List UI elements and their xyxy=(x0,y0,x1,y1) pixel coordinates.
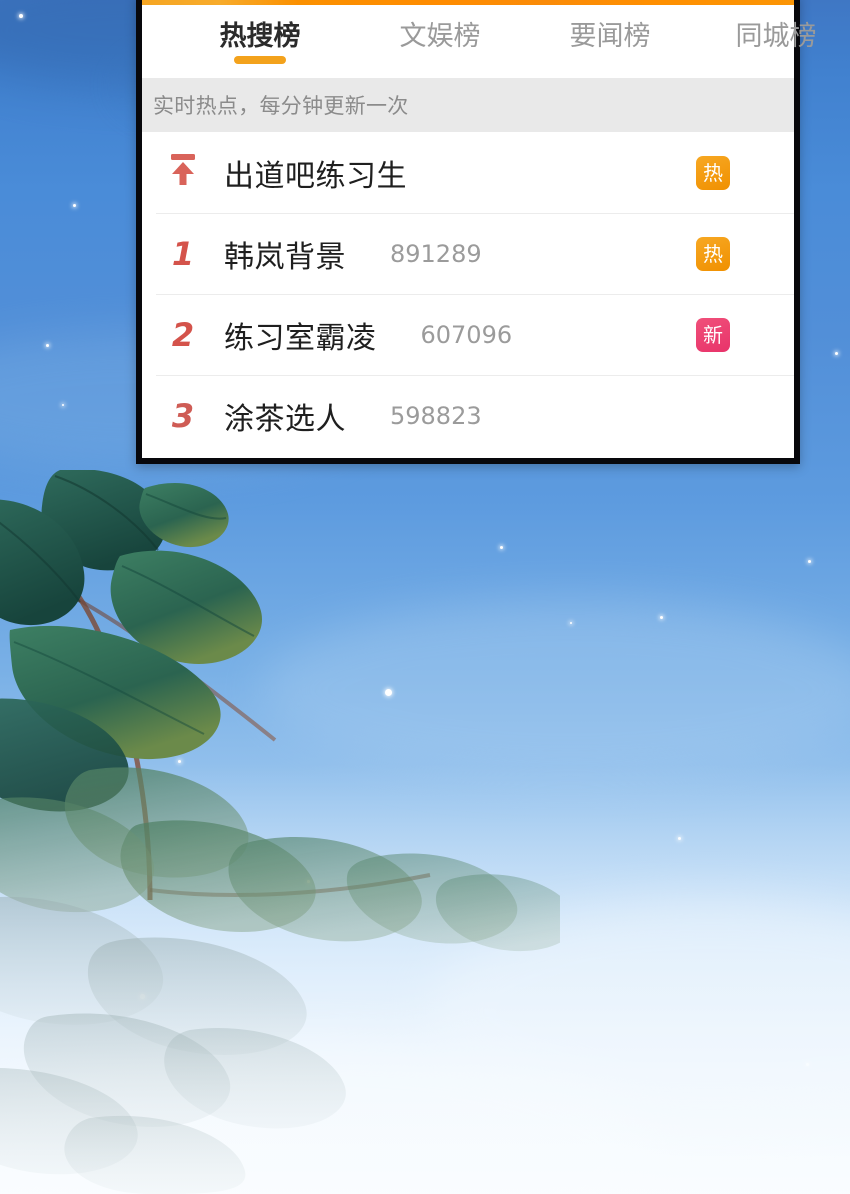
status-badge: 热 xyxy=(696,236,730,271)
tab-hot-search[interactable]: 热搜榜 xyxy=(200,20,320,66)
cloud-shape xyxy=(260,600,850,780)
sparkle xyxy=(835,352,838,355)
sparkle xyxy=(385,689,392,696)
rank-title: 出道吧练习生 xyxy=(224,158,407,194)
tab-entertainment[interactable]: 文娱榜 xyxy=(380,20,500,66)
status-badge: 热 xyxy=(696,155,730,190)
sparkle xyxy=(46,344,49,347)
rank-title: 涂茶选人 xyxy=(224,401,346,437)
rank-cell: 3 xyxy=(142,400,224,432)
sparkle xyxy=(178,760,181,763)
rank-title: 韩岚背景 xyxy=(224,239,346,275)
sparkle xyxy=(229,635,232,638)
rank-row[interactable]: 出道吧练习生 热 xyxy=(142,132,794,213)
rank-cell xyxy=(142,153,224,192)
sparkle xyxy=(500,546,503,549)
rank-list: 出道吧练习生 热 1 韩岚背景 891289 热 2 练习室霸凌 607096 … xyxy=(142,132,794,458)
sparkle xyxy=(73,204,76,207)
tab-label: 同城榜 xyxy=(735,21,817,52)
rank-count: 598823 xyxy=(390,401,482,430)
rank-row[interactable]: 1 韩岚背景 891289 热 xyxy=(142,213,794,294)
status-badge: 新 xyxy=(696,317,730,352)
pin-to-top-icon xyxy=(168,153,198,192)
sparkle xyxy=(19,14,23,18)
rank-number: 2 xyxy=(171,315,195,354)
rank-number: 1 xyxy=(171,234,195,273)
hot-search-card: 热搜榜 文娱榜 要闻榜 同城榜 实时热点，每分钟更新一次 出道吧练习生 热 1 … xyxy=(136,0,817,464)
subtitle-text: 实时热点，每分钟更新一次 xyxy=(153,94,409,118)
rank-row[interactable]: 3 涂茶选人 598823 xyxy=(142,375,794,456)
mist-overlay xyxy=(0,764,850,1194)
rank-cell: 1 xyxy=(142,238,224,270)
sparkle xyxy=(808,560,811,563)
sparkle xyxy=(62,404,64,406)
rank-count: 607096 xyxy=(420,320,513,349)
tab-active-indicator xyxy=(234,56,286,64)
rank-title: 练习室霸凌 xyxy=(224,320,377,356)
subtitle-bar: 实时热点，每分钟更新一次 xyxy=(142,78,794,132)
rank-row[interactable]: 2 练习室霸凌 607096 新 xyxy=(142,294,794,375)
tab-local-city[interactable]: 同城榜 xyxy=(716,20,836,66)
tab-label: 热搜榜 xyxy=(219,21,301,52)
tab-news[interactable]: 要闻榜 xyxy=(550,20,670,66)
rank-count: 891289 xyxy=(390,239,482,268)
tab-label: 文娱榜 xyxy=(399,21,481,52)
sparkle xyxy=(660,616,663,619)
status-badge xyxy=(696,399,730,433)
tab-bar: 热搜榜 文娱榜 要闻榜 同城榜 xyxy=(142,5,817,78)
sparkle xyxy=(570,622,572,624)
rank-number: 3 xyxy=(171,396,195,435)
rank-cell: 2 xyxy=(142,319,224,351)
tab-label: 要闻榜 xyxy=(569,21,651,52)
